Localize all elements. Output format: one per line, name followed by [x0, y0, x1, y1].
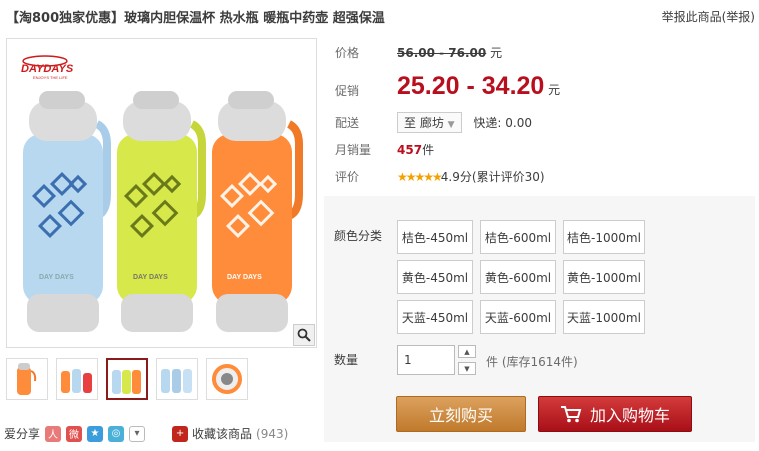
sku-option[interactable]: 天蓝-1000ml: [563, 300, 645, 334]
share-label: 爱分享: [4, 427, 41, 441]
sales-row: 月销量 457件: [335, 141, 434, 158]
stock-note: 件 (库存1614件): [486, 355, 578, 369]
thumbnail-3-active[interactable]: [106, 358, 148, 400]
svg-text:DAY DAYS: DAY DAYS: [227, 274, 262, 281]
buy-now-label: 立刻购买: [428, 406, 493, 425]
favorite-count: (943): [256, 426, 289, 441]
price-row: 价格 56.00 - 76.00 元: [335, 44, 502, 61]
delivery-row: 配送 至 廊坊 ▼ 快递: 0.00: [335, 112, 532, 133]
share-row: 爱分享 人 微 ★ ◎ ▾ + 收藏该商品 (943): [4, 425, 288, 442]
add-to-cart-button[interactable]: 加入购物车: [538, 396, 692, 432]
chevron-down-icon: ▼: [447, 120, 455, 130]
promo-unit: 元: [548, 83, 561, 97]
thumbnail-2[interactable]: [56, 358, 98, 400]
share-renren-icon[interactable]: 人: [45, 425, 62, 442]
price-unit: 元: [490, 46, 503, 60]
report-link[interactable]: 举报此商品(举报): [662, 8, 755, 25]
magnifier-icon: [297, 328, 311, 342]
zoom-button[interactable]: [293, 324, 315, 346]
sales-label: 月销量: [335, 143, 372, 157]
sku-panel: 颜色分类 桔色-450ml 桔色-600ml 桔色-1000ml 黄色-450m…: [324, 196, 755, 442]
thumbnail-4[interactable]: [156, 358, 198, 400]
chevron-up-icon: ▲: [464, 347, 470, 356]
orange-bottle: DAY DAYS: [212, 91, 303, 332]
rating-reviews[interactable]: (累计评价30): [472, 170, 545, 184]
svg-text:DAY DAYS: DAY DAYS: [39, 274, 74, 281]
main-product-image[interactable]: DAYDAYS ENJOYS THE LIFE DAY DAYS DAY DAY…: [6, 38, 317, 348]
sku-option[interactable]: 桔色-1000ml: [563, 220, 645, 254]
svg-text:ENJOYS THE LIFE: ENJOYS THE LIFE: [33, 75, 68, 80]
yellow-bottle: DAY DAYS: [117, 91, 206, 332]
share-tencent-icon[interactable]: ◎: [108, 425, 125, 442]
favorite-label: 收藏该商品: [192, 427, 253, 441]
location-select[interactable]: 至 廊坊 ▼: [397, 112, 462, 133]
rating-stars-icon: ★★★★★: [397, 170, 443, 184]
promo-label: 促销: [335, 84, 360, 98]
rating-label: 评价: [335, 170, 360, 184]
svg-text:DAYDAYS: DAYDAYS: [21, 63, 74, 75]
sales-count: 457: [397, 143, 423, 157]
share-more-icon[interactable]: ▾: [129, 425, 146, 442]
add-to-cart-label: 加入购物车: [589, 406, 670, 425]
quantity-input[interactable]: 1: [397, 345, 455, 375]
bookmark-icon: +: [172, 425, 189, 442]
promo-row: 促销 25.20 - 34.20 元: [335, 72, 560, 101]
rating-row: 评价 ★★★★★4.9分(累计评价30): [335, 168, 545, 185]
buy-now-button[interactable]: 立刻购买: [396, 396, 526, 432]
brand-logo: DAYDAYS ENJOYS THE LIFE: [21, 55, 74, 80]
thumbnail-strip: [6, 358, 248, 400]
blue-bottle: DAY DAYS: [23, 91, 111, 332]
sku-option[interactable]: 黄色-600ml: [480, 260, 556, 294]
original-price: 56.00 - 76.00: [397, 46, 487, 60]
sku-options: 桔色-450ml 桔色-600ml 桔色-1000ml 黄色-450ml 黄色-…: [397, 220, 645, 334]
sales-unit: 件: [422, 143, 435, 157]
product-title: 【淘800独家优惠】玻璃内胆保温杯 热水瓶 暖瓶中药壶 超强保温: [6, 11, 385, 26]
sku-option[interactable]: 桔色-450ml: [397, 220, 473, 254]
rating-score: 4.9分: [440, 170, 472, 184]
delivery-label: 配送: [335, 116, 360, 130]
thumbnail-5[interactable]: [206, 358, 248, 400]
promo-price: 25.20 - 34.20: [397, 72, 545, 100]
sku-option[interactable]: 桔色-600ml: [480, 220, 556, 254]
sku-option[interactable]: 黄色-1000ml: [563, 260, 645, 294]
svg-text:DAY DAYS: DAY DAYS: [133, 274, 168, 281]
sku-option[interactable]: 天蓝-450ml: [397, 300, 473, 334]
favorite-link[interactable]: + 收藏该商品 (943): [172, 425, 288, 442]
sku-option[interactable]: 天蓝-600ml: [480, 300, 556, 334]
chevron-down-icon: ▼: [464, 364, 470, 373]
quantity-increase-button[interactable]: ▲: [458, 345, 476, 358]
thumbnail-1[interactable]: [6, 358, 48, 400]
quantity-label: 数量: [334, 353, 359, 367]
share-qzone-icon[interactable]: ★: [87, 425, 104, 442]
location-value: 至 廊坊: [404, 116, 444, 130]
price-label: 价格: [335, 46, 360, 60]
sku-option[interactable]: 黄色-450ml: [397, 260, 473, 294]
share-weibo-icon[interactable]: 微: [66, 425, 83, 442]
cart-icon: [560, 406, 582, 423]
product-photo: DAYDAYS ENJOYS THE LIFE DAY DAYS DAY DAY…: [21, 55, 303, 332]
express-fee: 快递: 0.00: [473, 116, 532, 130]
quantity-decrease-button[interactable]: ▼: [458, 362, 476, 375]
sku-label: 颜色分类: [334, 229, 383, 243]
